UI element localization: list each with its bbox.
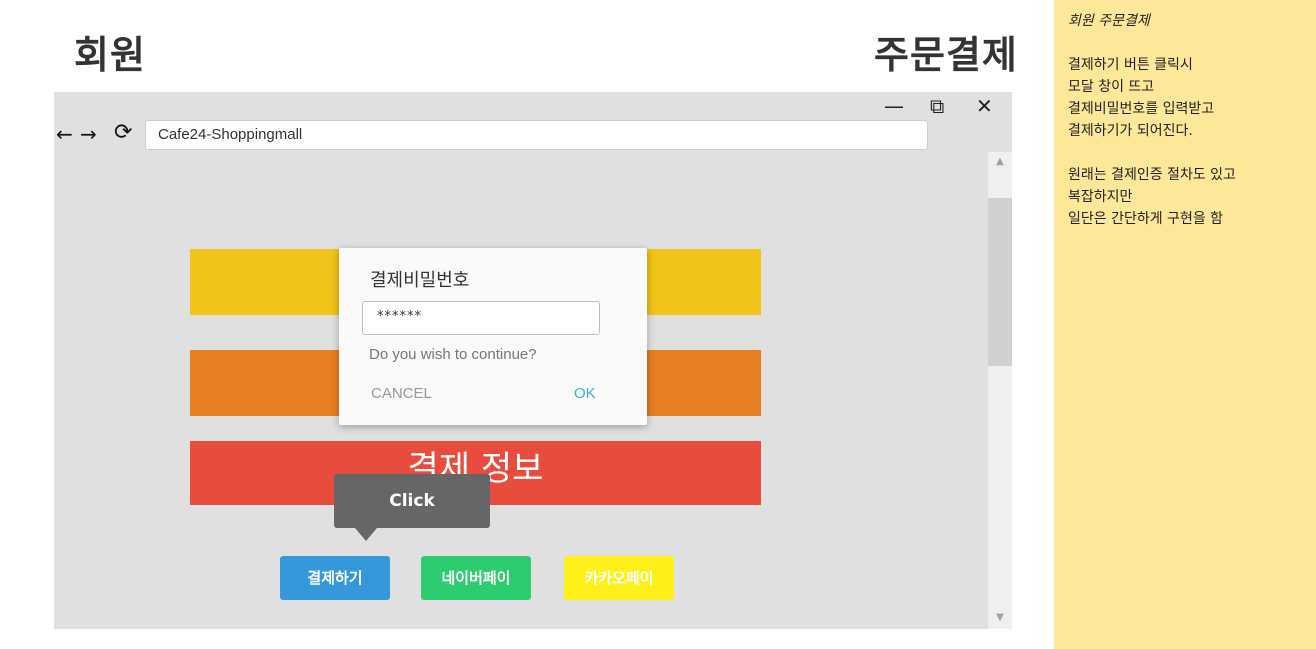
note-line: 복잡하지만: [1068, 189, 1133, 205]
note-title: 회원 주문결제: [1068, 13, 1150, 29]
address-bar[interactable]: Cafe24-Shoppingmall: [145, 120, 928, 150]
kakao-pay-button[interactable]: 카카오페이: [564, 556, 674, 600]
scroll-down-arrow-icon[interactable]: ▼: [988, 610, 1012, 626]
forward-arrow-icon[interactable]: →: [80, 122, 97, 146]
modal-title: 결제비밀번호: [370, 270, 470, 291]
note-line: 결제하기 버튼 클릭시: [1068, 57, 1193, 73]
scroll-up-arrow-icon[interactable]: ▲: [988, 154, 1012, 170]
note-line: 모달 창이 뜨고: [1068, 79, 1155, 95]
naver-pay-button[interactable]: 네이버페이: [421, 556, 531, 600]
note-line: [1068, 142, 1302, 164]
tooltip-arrow: [355, 528, 377, 541]
note-line: 일단은 간단하게 구현을 함: [1068, 211, 1224, 227]
payment-password-modal: 결제비밀번호 ****** Do you wish to continue? C…: [339, 248, 647, 425]
minimize-icon[interactable]: —: [884, 94, 904, 118]
ok-button[interactable]: OK: [574, 385, 596, 402]
click-tooltip: Click: [334, 474, 490, 528]
page-title-order-payment: 주문결제: [874, 33, 1018, 77]
vertical-scrollbar[interactable]: ▲ ▼: [988, 152, 1012, 629]
browser-window: — ⧉ ✕ ← → ⟳ Cafe24-Shoppingmall ▲ ▼ 결제 정…: [54, 92, 1012, 629]
maximize-icon[interactable]: ⧉: [930, 94, 944, 118]
payment-password-input[interactable]: ******: [362, 301, 600, 335]
note-line: 결제비밀번호를 입력받고: [1068, 101, 1215, 117]
pay-button[interactable]: 결제하기: [280, 556, 390, 600]
reload-icon[interactable]: ⟳: [114, 120, 132, 145]
note-line: 원래는 결제인증 절차도 있고: [1068, 167, 1236, 183]
sticky-note: 회원 주문결제 결제하기 버튼 클릭시 모달 창이 뜨고 결제비밀번호를 입력받…: [1054, 0, 1316, 649]
back-arrow-icon[interactable]: ←: [56, 122, 73, 146]
modal-message: Do you wish to continue?: [369, 346, 537, 363]
page-title-member: 회원: [74, 33, 146, 77]
cancel-button[interactable]: CANCEL: [371, 385, 432, 402]
close-icon[interactable]: ✕: [976, 94, 993, 118]
note-line: 결제하기가 되어진다.: [1068, 123, 1193, 139]
scroll-thumb[interactable]: [988, 198, 1012, 366]
